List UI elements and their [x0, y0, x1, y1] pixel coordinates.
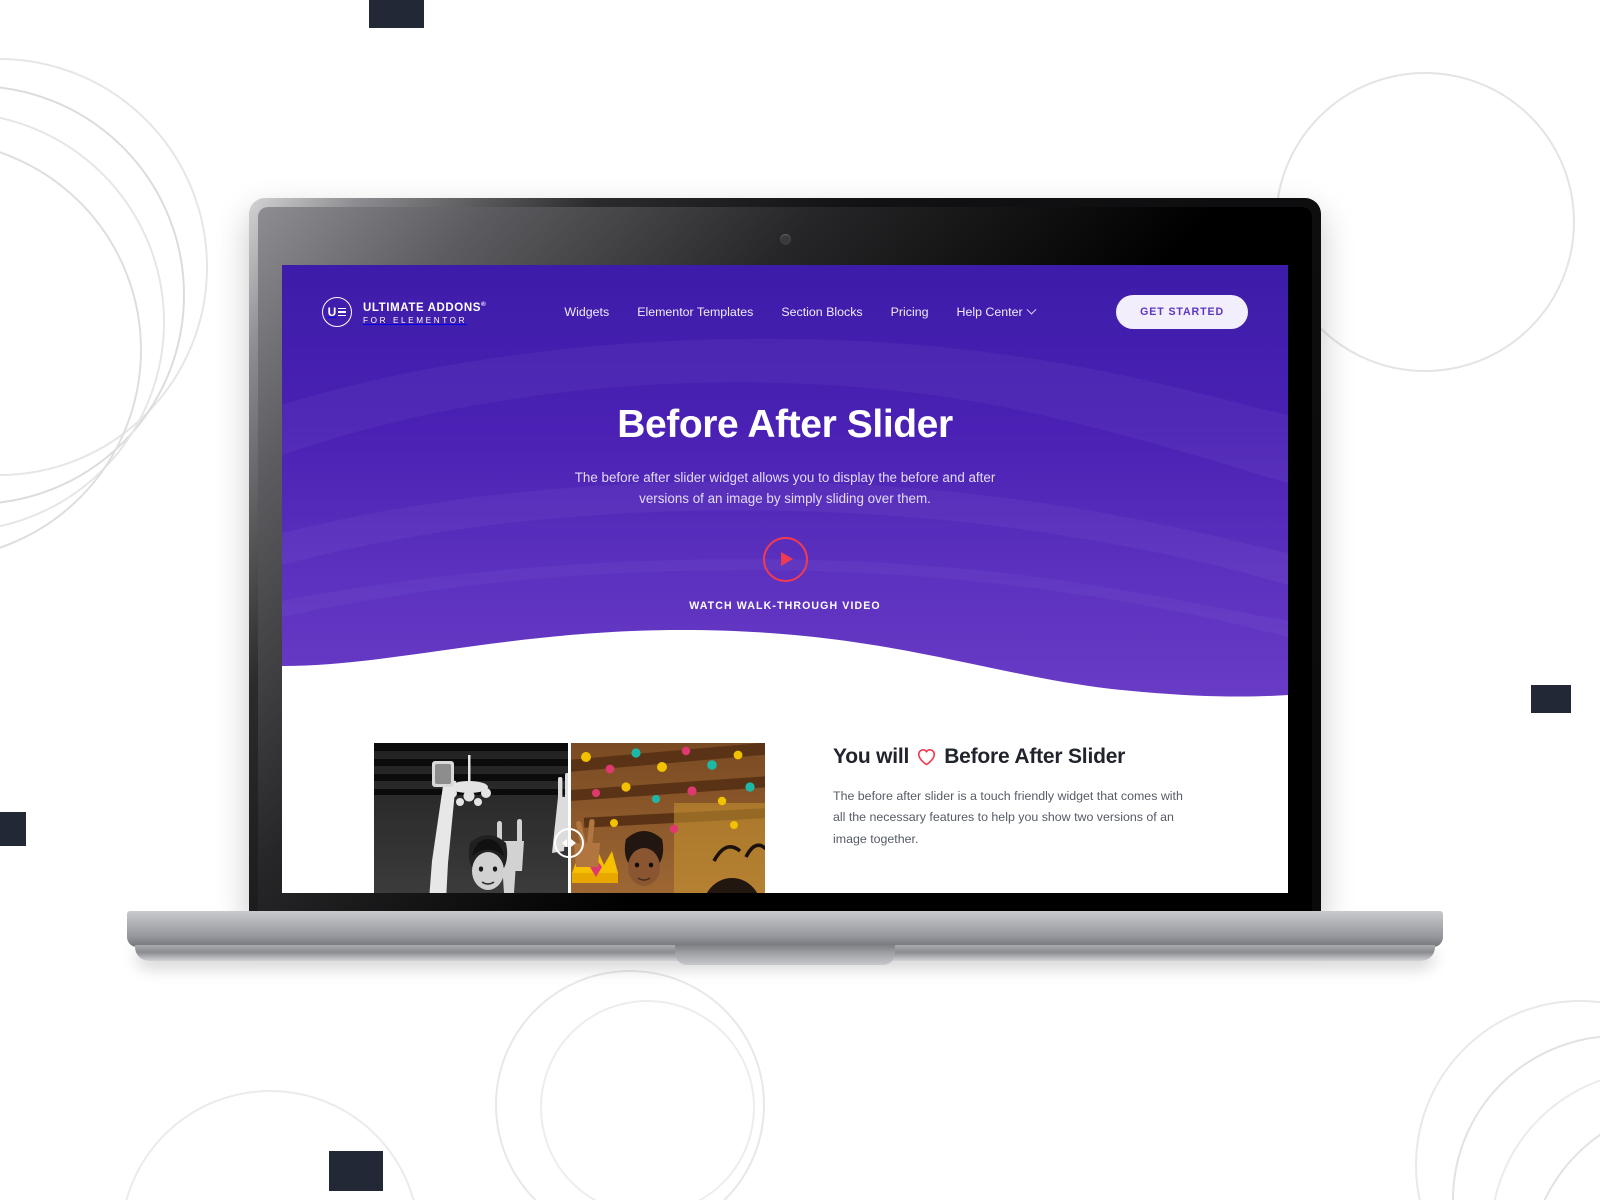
concentric-rings-bottom-right-2: [1452, 1035, 1600, 1200]
nav-label: Widgets: [564, 305, 610, 319]
logo-wordmark: ULTIMATE ADDONS® FOR ELEMENTOR: [363, 298, 486, 326]
nav-item-widgets[interactable]: Widgets: [564, 305, 609, 319]
nav-label: Elementor Templates: [637, 305, 754, 319]
hero-content: Before After Slider The before after sli…: [282, 329, 1288, 612]
play-circle-icon[interactable]: [762, 536, 808, 582]
laptop-base-notch: [675, 945, 895, 965]
handle-arrow-right: [571, 839, 576, 847]
hero-bottom-wave: [282, 630, 1288, 705]
handle-arrow-left: [562, 839, 567, 847]
arc-bottom-left-1: [495, 970, 765, 1200]
square-left: [0, 812, 26, 846]
watch-video-label[interactable]: WATCH WALK-THROUGH VIDEO: [282, 600, 1288, 612]
arc-bottom-left-2: [540, 1000, 755, 1200]
main-nav-links: Widgets Elementor Templates Section Bloc…: [564, 304, 1037, 319]
nav-item-pricing[interactable]: Pricing: [891, 305, 929, 319]
feature-heading-before: You will: [833, 745, 910, 768]
square-top: [369, 0, 424, 28]
after-photo: [570, 743, 765, 893]
concentric-rings-bottom-right-1: [1415, 1000, 1600, 1200]
feature-heading: You will Before After Slider: [833, 745, 1193, 769]
logo-line-2: FOR ELEMENTOR: [363, 316, 468, 326]
concentric-rings-left-4: [0, 140, 142, 560]
logo-mark-letter: U: [327, 305, 337, 319]
site-navbar: U ULTIMATE ADDONS® FOR ELEMENTOR Widgets…: [282, 265, 1288, 329]
before-photo: [374, 743, 570, 893]
slider-handle-icon[interactable]: [554, 828, 584, 858]
slider-divider: [568, 743, 571, 893]
laptop-base-lip: [135, 945, 1435, 965]
ue-monogram-icon: U: [322, 297, 352, 327]
concentric-rings-bottom-right-3: [1490, 1070, 1600, 1200]
logo-mark-bars: [338, 307, 347, 317]
site-logo[interactable]: U ULTIMATE ADDONS® FOR ELEMENTOR: [322, 297, 486, 327]
laptop-base: [127, 911, 1443, 965]
laptop-mockup: U ULTIMATE ADDONS® FOR ELEMENTOR Widgets…: [127, 198, 1443, 965]
play-triangle: [780, 552, 793, 567]
feature-heading-after: Before After Slider: [944, 745, 1126, 768]
concentric-rings-bottom-right-4: [1528, 1105, 1600, 1200]
website-page: U ULTIMATE ADDONS® FOR ELEMENTOR Widgets…: [282, 265, 1288, 893]
slider-after-image: [570, 743, 765, 893]
chevron-down-icon: [1026, 304, 1037, 315]
hero-title: Before After Slider: [617, 403, 953, 446]
hero-section: U ULTIMATE ADDONS® FOR ELEMENTOR Widgets…: [282, 265, 1288, 705]
get-started-button[interactable]: GET STARTED: [1116, 295, 1248, 329]
feature-section: You will Before After Slider The before …: [282, 705, 1288, 893]
laptop-base-top: [127, 911, 1443, 947]
nav-label: Pricing: [890, 305, 929, 319]
square-bottom: [329, 1151, 383, 1191]
nav-label: Section Blocks: [781, 305, 863, 319]
logo-line-1: ULTIMATE ADDONS®: [363, 301, 487, 315]
nav-item-section-blocks[interactable]: Section Blocks: [781, 305, 862, 319]
square-right: [1531, 685, 1571, 713]
laptop-screen: U ULTIMATE ADDONS® FOR ELEMENTOR Widgets…: [282, 265, 1288, 893]
laptop-lid: U ULTIMATE ADDONS® FOR ELEMENTOR Widgets…: [249, 198, 1321, 918]
nav-label: Help Center: [956, 305, 1023, 319]
registered-mark: ®: [481, 301, 487, 309]
before-after-slider-widget[interactable]: [374, 743, 765, 893]
nav-item-elementor-templates[interactable]: Elementor Templates: [637, 305, 753, 319]
webcam-icon: [780, 234, 791, 245]
hero-subtitle: The before after slider widget allows yo…: [574, 470, 996, 506]
feature-copy: You will Before After Slider The before …: [833, 743, 1193, 893]
arc-bottom-left-3: [120, 1090, 420, 1200]
heart-icon: [918, 748, 936, 766]
laptop-bezel: U ULTIMATE ADDONS® FOR ELEMENTOR Widgets…: [258, 207, 1312, 918]
nav-item-help-center[interactable]: Help Center: [956, 304, 1037, 319]
slider-before-image: [374, 743, 570, 893]
feature-body-text: The before after slider is a touch frien…: [833, 789, 1183, 846]
